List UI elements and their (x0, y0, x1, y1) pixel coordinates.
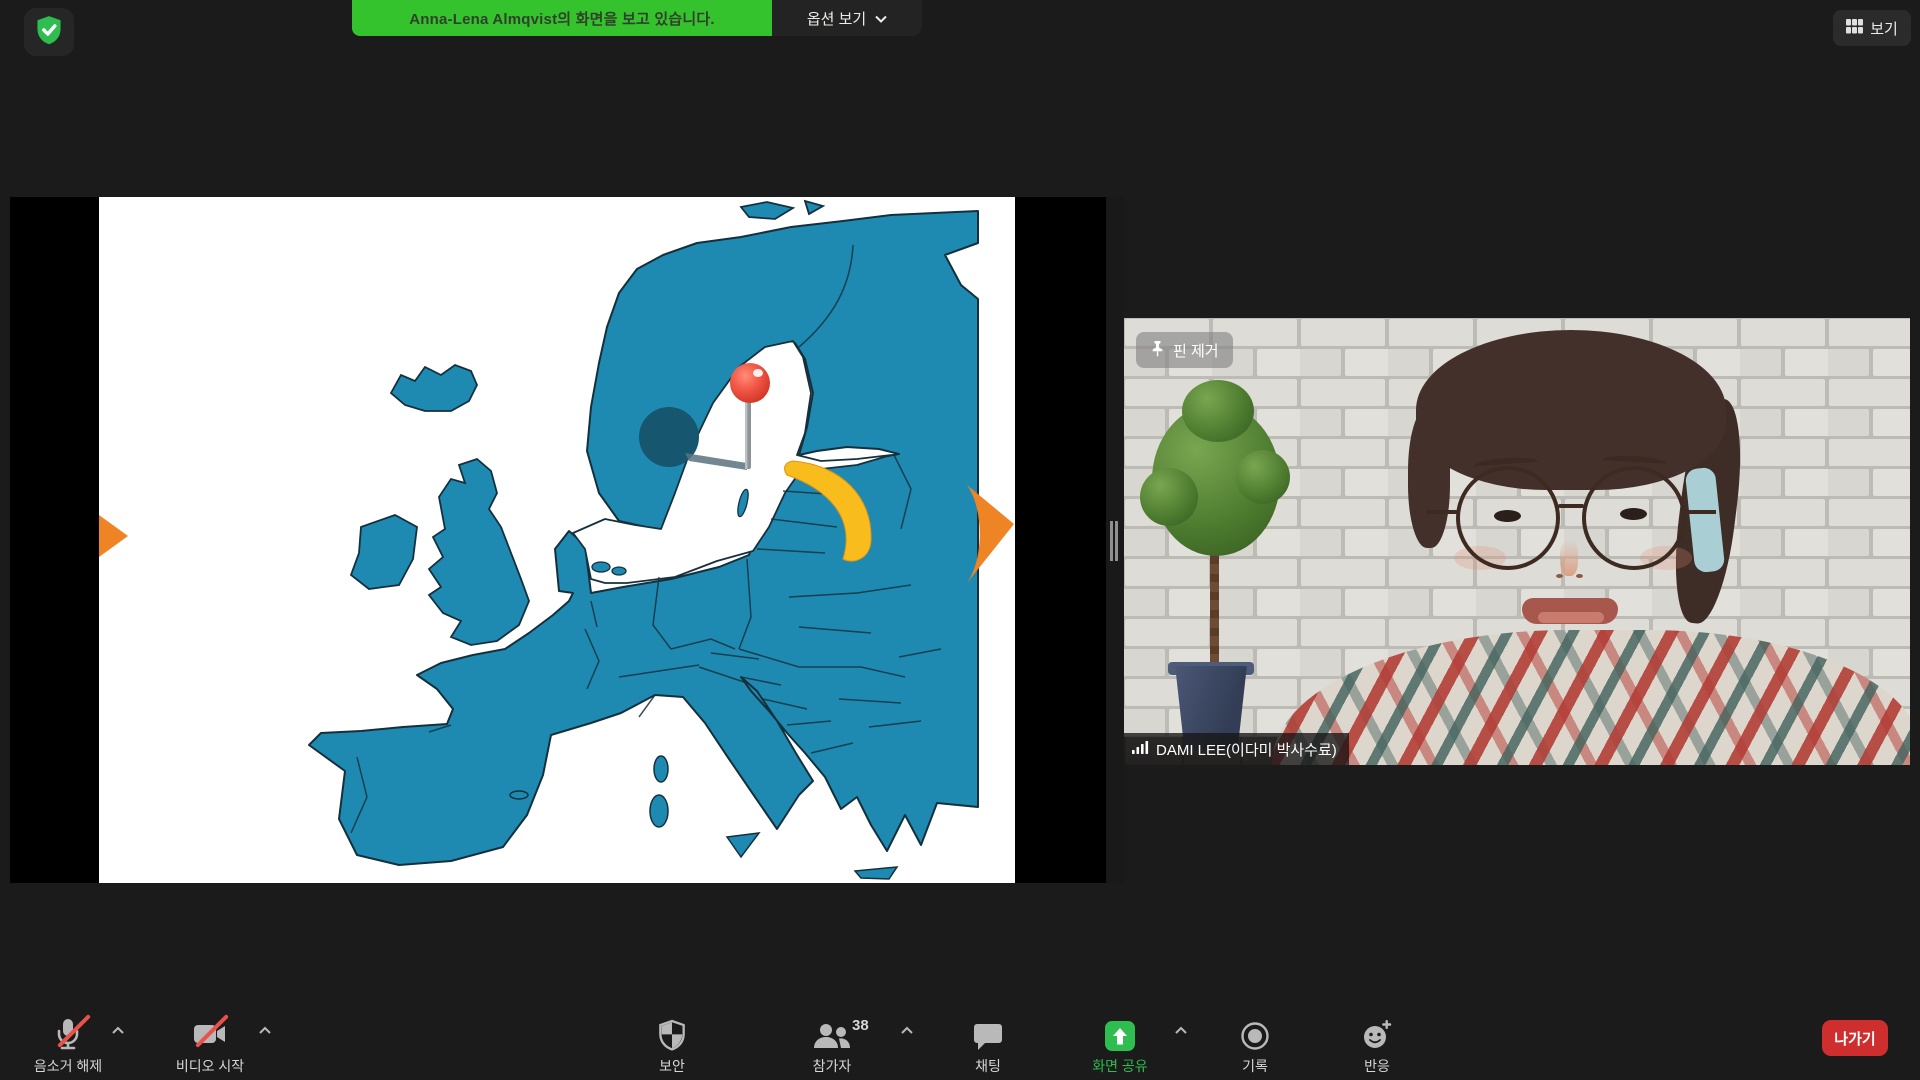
view-layout-button[interactable]: 보기 (1833, 10, 1911, 46)
divider-handle-icon (1110, 521, 1113, 561)
reactions-smiley-icon (1361, 1013, 1393, 1051)
screen-share-icon (1105, 1021, 1135, 1051)
participant-name-bar: DAMI LEE(이다미 박사수료) (1124, 733, 1349, 765)
remove-pin-label: 핀 제거 (1173, 340, 1219, 361)
mute-label: 음소거 해제 (34, 1056, 102, 1076)
reactions-label: 반응 (1364, 1056, 1390, 1076)
chat-bubble-icon (973, 1013, 1003, 1051)
share-label: 화면 공유 (1092, 1056, 1147, 1076)
leave-label: 나가기 (1834, 1028, 1875, 1049)
security-label: 보안 (659, 1056, 685, 1076)
video-label: 비디오 시작 (176, 1056, 244, 1076)
remove-pin-button[interactable]: 핀 제거 (1136, 332, 1233, 368)
record-label: 기록 (1242, 1056, 1268, 1076)
banner-text: Anna-Lena Almqvist의 화면을 보고 있습니다. (409, 8, 715, 29)
shared-screen-area (10, 197, 1106, 883)
view-layout-label: 보기 (1870, 18, 1898, 39)
toolbar-item-share[interactable]: 화면 공유 (1065, 1013, 1175, 1076)
mute-options-chevron[interactable] (111, 1022, 125, 1040)
shared-slide (99, 197, 1015, 883)
participants-count: 38 (852, 1017, 869, 1034)
view-options-button[interactable]: 옵션 보기 (772, 0, 922, 36)
toolbar-item-record[interactable]: 기록 (1200, 1013, 1310, 1076)
grid-view-icon (1846, 19, 1863, 38)
participant-name: DAMI LEE(이다미 박사수료) (1156, 739, 1337, 760)
participants-options-chevron[interactable] (900, 1022, 914, 1040)
signal-strength-icon (1132, 740, 1149, 758)
toolbar-item-participants[interactable]: 참가자 (777, 1013, 887, 1076)
participants-label: 참가자 (813, 1056, 852, 1076)
share-options-chevron[interactable] (1174, 1022, 1188, 1040)
divider-handle-icon (1115, 521, 1118, 561)
leave-meeting-button[interactable]: 나가기 (1822, 1020, 1888, 1056)
chevron-down-icon (875, 10, 887, 27)
record-icon (1240, 1013, 1270, 1051)
toolbar-item-video[interactable]: 비디오 시작 (155, 1013, 265, 1076)
security-shield-icon (658, 1013, 686, 1051)
toolbar-item-security[interactable]: 보안 (617, 1013, 727, 1076)
participants-icon (812, 1013, 852, 1051)
glasses-bridge (1558, 504, 1584, 508)
glasses-left-lens (1456, 466, 1560, 570)
meeting-security-badge[interactable] (24, 8, 74, 56)
view-options-label: 옵션 보기 (807, 8, 866, 29)
prev-slide-arrow[interactable] (99, 515, 128, 557)
toolbar-item-mute[interactable]: 음소거 해제 (13, 1013, 123, 1076)
pushpin-icon (1150, 340, 1165, 361)
microphone-muted-icon (55, 1013, 81, 1051)
chat-label: 채팅 (975, 1056, 1001, 1076)
screen-share-banner: Anna-Lena Almqvist의 화면을 보고 있습니다. (352, 0, 772, 36)
glasses-right-lens (1582, 466, 1686, 570)
toolbar-item-chat[interactable]: 채팅 (933, 1013, 1043, 1076)
pinned-participant-video[interactable]: 핀 제거 DAMI LEE(이다미 박사수료) (1124, 318, 1910, 765)
europe-map-with-pin (99, 197, 1015, 883)
camera-off-icon (193, 1013, 227, 1051)
panel-divider[interactable] (1106, 197, 1124, 883)
toolbar-item-reactions[interactable]: 반응 (1322, 1013, 1432, 1076)
video-options-chevron[interactable] (258, 1022, 272, 1040)
shield-check-icon (35, 15, 63, 50)
